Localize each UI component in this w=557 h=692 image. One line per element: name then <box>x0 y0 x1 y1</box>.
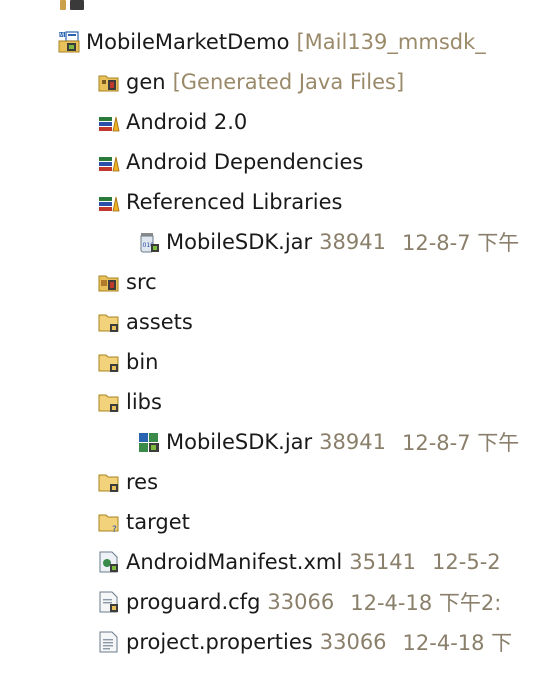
jar-file-icon: 010 <box>138 231 160 253</box>
tree-item-referenced-libraries[interactable]: Referenced Libraries <box>98 187 342 217</box>
libs-jar-date: 12-8-7 下午 <box>401 431 520 455</box>
tree-item-src[interactable]: src <box>98 267 157 297</box>
gen-label: gen <box>126 70 166 94</box>
source-folder-icon <box>98 271 120 293</box>
tree-item-referenced-jar[interactable]: 010 MobileSDK.jar 38941 12-8-7 下午 <box>138 227 519 257</box>
source-folder-generated-icon <box>98 71 120 93</box>
package-explorer-tree: M MobileMarketDemo [Mail139_mmsdk_ gen [… <box>0 0 557 692</box>
tree-item-android-2-0[interactable]: Android 2.0 <box>98 107 247 137</box>
folder-icon <box>98 391 120 413</box>
tree-item-libs[interactable]: libs <box>98 387 162 417</box>
svg-text:?: ? <box>112 525 117 533</box>
jar-file-icon <box>138 431 160 453</box>
android-manifest-size: 35141 <box>349 550 417 574</box>
project-properties-size: 33066 <box>319 630 387 654</box>
tree-item-android-manifest[interactable]: AndroidManifest.xml 35141 12-5-2 <box>98 547 501 577</box>
proguard-label: proguard.cfg <box>126 590 261 614</box>
clipped-row-above <box>58 0 92 14</box>
tree-item-libs-jar[interactable]: MobileSDK.jar 38941 12-8-7 下午 <box>138 427 519 457</box>
tree-item-res[interactable]: res <box>98 467 158 497</box>
res-label: res <box>126 470 159 494</box>
tree-item-android-dependencies[interactable]: Android Dependencies <box>98 147 363 177</box>
library-container-icon <box>98 191 120 213</box>
svg-text:M: M <box>59 32 64 39</box>
folder-icon <box>98 471 120 493</box>
tree-item-assets[interactable]: assets <box>98 307 193 337</box>
project-properties-date: 12-4-18 下 <box>402 631 513 655</box>
referenced-jar-date: 12-8-7 下午 <box>401 231 520 255</box>
folder-icon: ? <box>98 511 120 533</box>
android-manifest-label: AndroidManifest.xml <box>126 550 343 574</box>
tree-item-gen[interactable]: gen [Generated Java Files] <box>98 67 404 97</box>
gen-decoration: [Generated Java Files] <box>172 70 405 94</box>
project-name: MobileMarketDemo <box>86 30 290 54</box>
xml-file-icon <box>98 551 120 573</box>
android-project-icon: M <box>58 31 80 53</box>
library-container-icon <box>98 151 120 173</box>
assets-label: assets <box>126 310 193 334</box>
project-properties-label: project.properties <box>126 630 313 654</box>
tree-item-project-properties[interactable]: project.properties 33066 12-4-18 下 <box>98 627 512 657</box>
referenced-jar-label: MobileSDK.jar <box>166 230 313 254</box>
project-decoration: [Mail139_mmsdk_ <box>296 30 486 54</box>
android-2-0-label: Android 2.0 <box>126 110 248 134</box>
referenced-jar-size: 38941 <box>319 230 386 254</box>
folder-icon <box>98 311 120 333</box>
android-manifest-date: 12-5-2 <box>432 550 501 574</box>
library-container-icon <box>98 111 120 133</box>
android-dependencies-label: Android Dependencies <box>126 150 364 174</box>
referenced-libraries-label: Referenced Libraries <box>126 190 343 214</box>
text-file-icon <box>98 631 120 653</box>
target-label: target <box>126 510 190 534</box>
tree-item-proguard[interactable]: proguard.cfg 33066 12-4-18 下午2: <box>98 587 501 617</box>
libs-jar-label: MobileSDK.jar <box>166 430 313 454</box>
src-label: src <box>126 270 157 294</box>
libs-label: libs <box>126 390 162 414</box>
proguard-size: 33066 <box>267 590 335 614</box>
proguard-date: 12-4-18 下午2: <box>350 591 502 615</box>
tree-item-project[interactable]: M MobileMarketDemo [Mail139_mmsdk_ <box>58 27 486 57</box>
libs-jar-size: 38941 <box>319 430 386 454</box>
bin-label: bin <box>126 350 159 374</box>
tree-item-bin[interactable]: bin <box>98 347 158 377</box>
tree-item-target[interactable]: ? target <box>98 507 190 537</box>
folder-icon <box>98 351 120 373</box>
text-file-icon <box>98 591 120 613</box>
